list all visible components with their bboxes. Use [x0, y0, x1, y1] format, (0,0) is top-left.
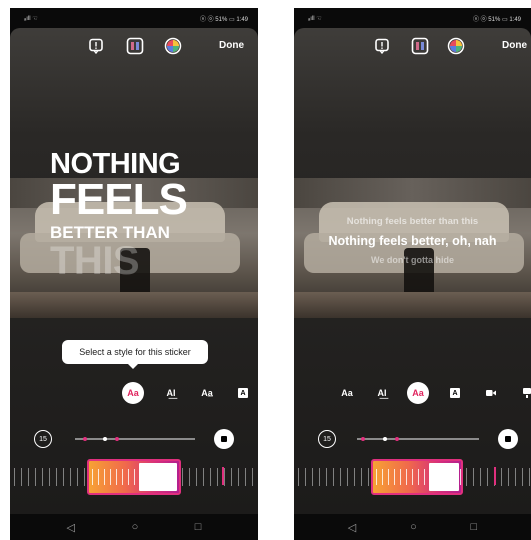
- top-toolbar: Done: [294, 36, 531, 60]
- android-nav-bar: ◁ ○ □: [10, 514, 258, 540]
- android-nav-bar: ◁ ○ □: [294, 514, 531, 540]
- status-bar: ₐıll ☜ ⓝ ⓞ 51% ▭ 1:49: [294, 8, 531, 28]
- style-option[interactable]: Aa: [407, 382, 429, 404]
- story-canvas[interactable]: Done NOTHING FEELS BETTER THAN THIS Sele…: [10, 28, 258, 514]
- progress-track[interactable]: [75, 436, 195, 441]
- audio-scrubber[interactable]: [294, 459, 531, 495]
- style-tooltip: Select a style for this sticker: [62, 340, 208, 369]
- sticker-style-selector: Aa A͟I Aa A: [294, 382, 531, 404]
- style-option[interactable]: Aa̲: [196, 382, 218, 404]
- back-nav-button[interactable]: ◁: [348, 521, 356, 534]
- style-option[interactable]: Aa: [336, 382, 358, 404]
- done-button[interactable]: Done: [502, 40, 527, 51]
- lyrics-sticker-lines[interactable]: Nothing feels better than this Nothing f…: [294, 216, 531, 265]
- playhead-marker: [222, 467, 224, 485]
- lyrics-sticker-big[interactable]: NOTHING FEELS BETTER THAN THIS: [50, 150, 188, 283]
- signal-wifi-indicator: ₐıll ☜: [308, 15, 322, 22]
- style-option[interactable]: Aa: [122, 382, 144, 404]
- home-nav-button[interactable]: ○: [132, 521, 139, 533]
- caption-line: THIS: [50, 239, 140, 283]
- text-style-icon[interactable]: [410, 36, 430, 56]
- top-toolbar: Done: [10, 36, 258, 60]
- status-right-info: ⓝ ⓞ 51% ▭ 1:49: [472, 16, 521, 23]
- playback-timeline: 15: [294, 428, 531, 450]
- sticker-style-selector: Aa A͟I Aa̲ A: [10, 382, 258, 404]
- story-canvas[interactable]: Done Nothing feels better than this Noth…: [294, 28, 531, 514]
- phone-screen-left: ₐıll ☜ ⓝ ⓞ 51% ▭ 1:49 Done NOTHING FEELS…: [10, 8, 258, 540]
- phone-screen-right: ₐıll ☜ ⓝ ⓞ 51% ▭ 1:49 Done Nothing feels…: [294, 8, 531, 540]
- text-style-icon[interactable]: [125, 36, 145, 56]
- lyric-line-previous: Nothing feels better than this: [346, 216, 479, 227]
- recents-nav-button[interactable]: □: [471, 521, 478, 533]
- alert-sticker-icon[interactable]: [372, 36, 392, 56]
- alert-sticker-icon[interactable]: [86, 36, 106, 56]
- playback-timeline: 15: [10, 428, 258, 450]
- style-option[interactable]: A: [444, 382, 466, 404]
- stop-button[interactable]: [498, 429, 518, 449]
- duration-timer[interactable]: 15: [34, 430, 52, 448]
- recents-nav-button[interactable]: □: [195, 521, 202, 533]
- done-button[interactable]: Done: [219, 40, 244, 51]
- video-style-icon[interactable]: [480, 382, 502, 404]
- home-nav-button[interactable]: ○: [410, 521, 417, 533]
- clip-selection-window[interactable]: [87, 459, 181, 495]
- duration-timer[interactable]: 15: [318, 430, 336, 448]
- stop-button[interactable]: [214, 429, 234, 449]
- color-wheel-icon[interactable]: [446, 36, 466, 56]
- progress-track[interactable]: [357, 436, 479, 441]
- color-wheel-icon[interactable]: [163, 36, 183, 56]
- caption-line: FEELS: [50, 175, 188, 224]
- style-option[interactable]: A͟I: [371, 382, 393, 404]
- style-option[interactable]: A: [232, 382, 254, 404]
- style-option[interactable]: A͟I: [160, 382, 182, 404]
- back-nav-button[interactable]: ◁: [67, 521, 75, 534]
- signal-wifi-indicator: ₐıll ☜: [24, 15, 38, 22]
- compact-style-icon[interactable]: [516, 382, 531, 404]
- playhead-marker: [494, 467, 496, 485]
- status-right-info: ⓝ ⓞ 51% ▭ 1:49: [199, 16, 248, 23]
- lyric-line-current: Nothing feels better, oh, nah: [328, 234, 497, 248]
- clip-selection-window[interactable]: [371, 459, 463, 495]
- status-bar: ₐıll ☜ ⓝ ⓞ 51% ▭ 1:49: [10, 8, 258, 28]
- lyric-line-next: We don't gotta hide: [371, 255, 454, 265]
- audio-scrubber[interactable]: [10, 459, 258, 495]
